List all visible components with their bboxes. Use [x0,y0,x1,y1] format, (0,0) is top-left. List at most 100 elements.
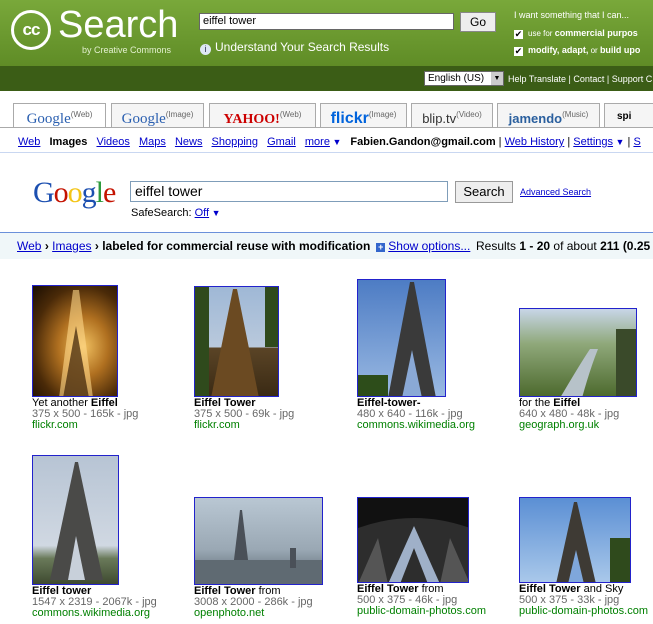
cc-byline: by Creative Commons [82,45,172,55]
understand-label: Understand Your Search Results [215,40,390,54]
gbar-maps[interactable]: Maps [139,136,166,148]
google-search-button[interactable]: Search [455,181,513,203]
flickr-sup: (Image) [368,110,397,119]
result-thumbnail[interactable] [194,286,279,397]
eiffel-image-icon [195,510,322,584]
info-icon: i [200,44,211,55]
bliptv-sup: (Video) [456,110,482,119]
yahoo-name: YAHOO! [223,112,280,127]
plus-icon[interactable]: + [376,243,386,252]
results-total: 211 [600,239,620,253]
want-label: I want something that I can... [514,10,630,20]
flickr-name: flickr [330,110,369,127]
show-options-link[interactable]: Show options... [388,239,470,253]
results-of: of about [553,239,597,253]
google-web-sup: (Web) [70,110,93,119]
breadcrumb: Web › Images › labeled for commercial re… [17,239,471,253]
engine-tabs: Google(Web) Google(Image) YAHOO!(Web) fl… [0,103,653,128]
gbar-history[interactable]: Web History [505,136,565,148]
result-site: flickr.com [32,419,78,431]
result-site: geograph.org.uk [519,419,600,431]
landscape-image-icon [561,329,636,396]
safesearch: SafeSearch: Off ▼ [131,207,221,219]
result-site: commons.wikimedia.org [357,419,475,431]
modify-mid: or [590,46,598,55]
language-select[interactable]: English (US) ▼ [424,71,504,86]
gbar-user: Fabien.Gandon@gmail.com [350,136,496,148]
understand-results-link[interactable]: i Understand Your Search Results [200,40,389,55]
eiffel-image-icon [50,462,103,580]
results-pre: Results [476,239,517,253]
settings-chevron-icon[interactable]: ▼ [613,137,625,147]
build-bold: build upo [599,45,641,55]
eiffel-image-icon [195,287,278,396]
result-thumbnail[interactable] [519,308,637,397]
commercial-checkbox[interactable]: ✔ [514,30,523,39]
result-thumbnail[interactable] [357,279,446,397]
result-site: openphoto.net [194,607,265,619]
gbar-shopping[interactable]: Shopping [212,136,259,148]
modify-checkbox[interactable]: ✔ [514,47,523,56]
more-chevron-icon[interactable]: ▼ [330,137,341,147]
breadcrumb-web[interactable]: Web [17,239,41,253]
result-site: flickr.com [194,419,240,431]
tab-google-image[interactable]: Google(Image) [111,103,204,127]
tab-bliptv[interactable]: blip.tv(Video) [411,103,493,127]
commercial-bold: commercial purpos [554,28,638,38]
bliptv-name: blip.tv [422,111,457,126]
result-thumbnail[interactable] [32,455,119,585]
result-site: public-domain-photos.com [357,605,487,617]
engine-tabs-line [0,127,653,128]
breadcrumb-images[interactable]: Images [52,239,91,253]
tab-spinxpress[interactable]: spi [604,103,653,127]
cc-search-input[interactable]: eiffel tower [199,13,454,30]
jamendo-name: jamendo [508,111,563,126]
eiffel-image-icon [358,282,436,396]
gbar-images: Images [49,136,88,148]
modify-option[interactable]: ✔ modify, adapt, or build upo [514,45,640,56]
google-image-sup: (Image) [165,110,194,119]
eiffel-image-icon [59,290,93,396]
google-search-input[interactable]: eiffel tower [130,181,448,202]
spi-name: spi [617,111,632,122]
tab-google-web[interactable]: Google(Web) [13,103,106,127]
results-time: (0.25 s [622,239,653,253]
commercial-pre: use for [528,29,553,38]
safesearch-label: SafeSearch: [131,207,192,219]
cc-go-button[interactable]: Go [460,12,496,32]
google-image-name: Google [121,111,166,127]
commercial-option[interactable]: ✔ use for commercial purpos [514,28,638,39]
tab-flickr[interactable]: flickr(Image) [320,103,407,127]
result-site: public-domain-photos.com [519,605,649,617]
google-logo[interactable]: Google [33,176,116,210]
gbar-gmail[interactable]: Gmail [267,136,296,148]
yahoo-sup: (Web) [279,110,302,119]
gbar-videos[interactable]: Videos [96,136,129,148]
cc-search-title: Search [58,4,179,46]
result-thumbnail[interactable] [32,285,118,397]
language-value: English (US) [428,73,485,84]
cc-logo-icon[interactable]: cc [11,10,51,50]
google-bar: Web Images Videos Maps News Shopping Gma… [18,136,641,148]
safesearch-chevron-icon[interactable]: ▼ [209,208,221,218]
tab-yahoo[interactable]: YAHOO!(Web) [209,103,316,127]
cc-band-links[interactable]: Help Translate | Contact | Support C [508,74,652,84]
google-bar-line [0,152,653,153]
gbar-news[interactable]: News [175,136,203,148]
result-site: commons.wikimedia.org [32,607,150,619]
google-web-name: Google [26,111,71,127]
gbar-web[interactable]: Web [18,136,40,148]
safesearch-value[interactable]: Off [195,207,209,219]
results-range: 1 - 20 [519,239,551,253]
chevron-down-icon[interactable]: ▼ [491,72,503,85]
result-thumbnail[interactable] [194,497,323,585]
result-thumbnail[interactable] [357,497,469,583]
result-thumbnail[interactable] [519,497,631,583]
advanced-search-link[interactable]: Advanced Search [520,187,591,197]
eiffel-image-icon [556,502,630,582]
breadcrumb-filter: labeled for commercial reuse with modifi… [102,239,371,253]
tab-jamendo[interactable]: jamendo(Music) [497,103,600,127]
gbar-tail[interactable]: S [633,136,640,148]
gbar-more[interactable]: more [305,136,330,148]
gbar-settings[interactable]: Settings [573,136,613,148]
